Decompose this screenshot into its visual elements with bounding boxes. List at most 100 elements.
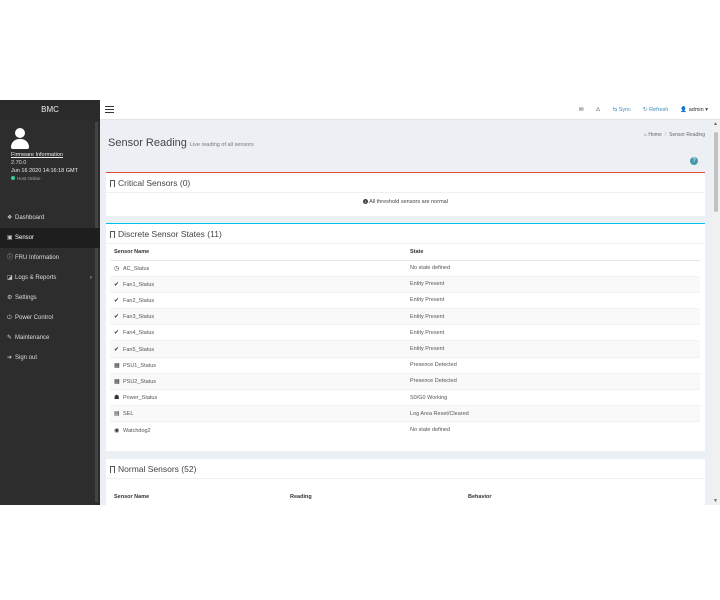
log-icon: ▤ [114,411,120,418]
discrete-sensors-table: Sensor Name State ◷ AC_Status No state def… [110,244,700,439]
refresh-icon: ↻ [642,107,648,113]
bookmark-icon [110,231,115,238]
host-status: Host Online [11,176,89,181]
table-row[interactable]: ☗ Power_Status S0/G0 Working [110,388,700,406]
sidebar-item-logs-reports[interactable]: ◪ Logs & Reports › [0,268,100,288]
user-menu[interactable]: 👤 admin ▾ [680,107,708,113]
sidebar-item-maintenance[interactable]: ✎ Maintenance [0,328,100,348]
help-icon[interactable]: ? [690,157,698,165]
scroll-down-icon[interactable]: ▼ [713,498,718,504]
check-icon: ✔ [114,346,120,353]
table-row[interactable]: ✔ Fan3_Status Entity Present [110,308,700,325]
column-header-behavior[interactable]: Behavior [464,489,700,505]
table-row[interactable]: ✔ Fan4_Status Entity Present [110,324,700,341]
sidebar-item-label: Sign out [15,355,38,361]
check-icon: ✔ [114,297,120,304]
table-row[interactable]: ◉ Watchdog2 No state defined [110,421,700,439]
sensor-name: Fan2_Status [123,297,155,304]
sensor-state: Entity Present [406,340,700,358]
table-row[interactable]: ✔ Fan2_Status Entity Present [110,291,700,309]
sensor-state: Log Area Reset/Cleared [406,405,700,422]
messages-icon[interactable]: ✉ [579,107,584,113]
normal-sensors-panel: Normal Sensors (52) Sensor Name Reading … [106,459,705,505]
host-status-label: Host Online [17,176,41,181]
alert-icon[interactable]: ⚠ [596,107,601,113]
sensor-name: Fan3_Status [123,314,155,321]
sync-label: Sync [618,107,631,113]
sync-button[interactable]: ⇆ Sync [613,107,631,113]
scroll-up-icon[interactable]: ▲ [713,121,718,127]
signout-icon: ➜ [7,355,13,361]
sidebar-item-label: Maintenance [15,335,50,341]
critical-sensors-header: Critical Sensors (0) [106,173,705,193]
sensor-name: Fan4_Status [123,330,155,337]
status-dot-icon [11,176,15,180]
sensor-state: Entity Present [406,308,700,325]
chart-icon: ◪ [7,275,13,281]
critical-message-text: All threshold sensors are normal [369,199,448,205]
sync-icon: ⇆ [612,107,618,113]
wrench-icon: ✎ [7,335,13,341]
column-header-reading[interactable]: Reading [286,489,464,505]
user-avatar-icon [11,128,29,150]
refresh-button[interactable]: ↻ Refresh [643,107,668,113]
sidebar-item-dashboard[interactable]: ❖ Dashboard [0,208,100,228]
info-circle-icon: i [363,199,369,204]
table-row[interactable]: ✔ Fan5_Status Entity Present [110,340,700,358]
normal-sensors-header: Normal Sensors (52) [106,459,705,479]
menu-toggle-icon[interactable] [105,106,114,113]
sensor-state: No state defined [406,421,700,439]
firmware-info-link[interactable]: Firmware Information [11,152,89,158]
breadcrumb: ⌂ Home / Sensor Reading [643,132,705,138]
check-icon: ✔ [114,330,120,337]
sidebar-item-label: Power Control [15,315,54,321]
check-icon: ✔ [114,314,120,321]
table-row[interactable]: ✔ Fan1_Status Entity Present [110,275,700,293]
page-header: Sensor Reading Live reading of all sensor… [108,137,254,149]
user-name: admin [688,107,704,113]
sidebar-item-sensor[interactable]: ▣ Sensor [0,228,100,248]
bmc-datetime: Jun 16 2020 14:16:18 GMT [11,168,78,174]
sensor-state: S0/G0 Working [406,388,700,406]
check-icon: ✔ [114,281,120,288]
column-header-sensor-name[interactable]: Sensor Name [110,244,406,261]
caret-down-icon: ▾ [705,107,708,113]
sensor-name: PSU1_Status [123,362,157,369]
sidebar-item-fru-information[interactable]: ⓘ FRU Information [0,248,100,268]
power-icon: ⏻ [7,315,12,321]
sensor-name: Fan5_Status [123,346,155,353]
sensor-name: Watchdog2 [123,427,151,434]
clock-icon: ◷ [114,265,120,272]
table-row[interactable]: ▦ PSU1_Status Presence Detected [110,356,700,374]
page-subtitle: Live reading of all sensors [189,142,254,148]
column-header-state[interactable]: State [406,244,700,261]
sensor-name: PSU2_Status [123,378,157,385]
discrete-sensors-panel: Discrete Sensor States (11) Sensor Name … [106,223,705,451]
table-row[interactable]: ▤ SEL Log Area Reset/Cleared [110,405,700,422]
column-header-sensor-name[interactable]: Sensor Name [110,489,286,505]
brand-logo[interactable]: BMC [0,100,100,120]
user-panel: Firmware Information 2.70.0 Jun 16 2020 … [0,120,100,208]
table-header-row: Sensor Name State [110,244,700,261]
sensor-name: Power_Status [123,395,158,402]
gear-icon: ⚙ [7,295,13,301]
page-scrollbar[interactable]: ▲ ▼ [712,120,720,505]
sidebar-item-settings[interactable]: ⚙ Settings [0,288,100,308]
sensor-name: Fan1_Status [123,281,155,288]
sidebar-item-power-control[interactable]: ⏻ Power Control [0,308,100,328]
scrollbar-thumb[interactable] [714,132,718,212]
bookmark-icon [110,180,115,187]
topbar-actions: ✉ ⚠ ⇆ Sync ↻ Refresh 👤 admin ▾ [567,100,708,120]
bmc-window: BMC Firmware Information 2.70.0 Jun 16 2… [0,100,720,505]
sidebar-item-sign-out[interactable]: ➜ Sign out [0,348,100,368]
main-content: Sensor Reading Live reading of all sensor… [100,120,710,505]
sidebar-item-label: Sensor [15,235,35,241]
table-row[interactable]: ▦ PSU2_Status Presence Detected [110,372,700,390]
info-icon: ⓘ [7,255,14,261]
dashboard-icon: ❖ [7,215,13,221]
user-icon: 👤 [680,107,688,113]
sensor-name: AC_Status [123,265,150,272]
sensor-state: No state defined [406,259,700,277]
breadcrumb-home[interactable]: Home [648,132,661,138]
table-row[interactable]: ◷ AC_Status No state defined [110,259,700,277]
